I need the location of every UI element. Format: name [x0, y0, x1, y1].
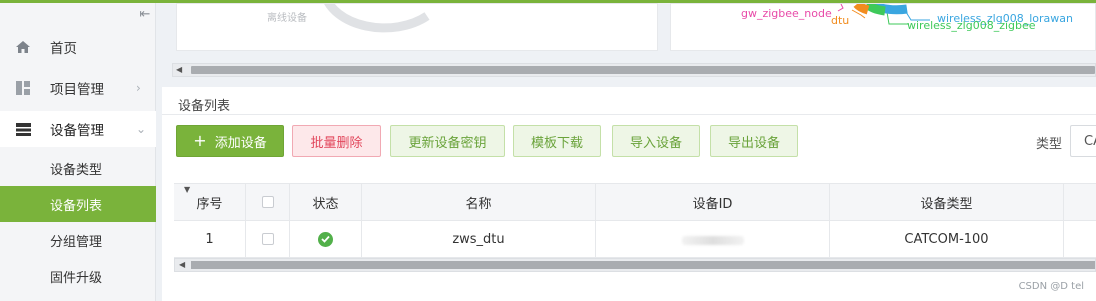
dashboard-icon — [13, 81, 33, 95]
header-label: 名称 — [465, 196, 492, 212]
charts-horizontal-scrollbar[interactable]: ◀ — [172, 63, 1096, 77]
header-device-type: 设备类型 — [830, 184, 1064, 220]
sidebar: ⇤ 首页 项目管理 › 设备管理 ⌄ 设备类型 设备列表 分组管理 固件升级 — [0, 3, 156, 301]
header-index: 序号 — [174, 184, 246, 220]
chart-label-zigbee: wireless_zlg008_zigbee — [907, 19, 1036, 32]
donut-chart-left — [324, 4, 430, 33]
type-filter-value: CA — [1084, 133, 1096, 149]
import-devices-button[interactable]: 导入设备 — [612, 125, 700, 157]
sidebar-item-home[interactable]: 首页 — [0, 29, 156, 65]
export-devices-label: 导出设备 — [727, 135, 780, 151]
add-device-button[interactable]: + 添加设备 — [176, 125, 284, 157]
scroll-left-arrow-icon[interactable]: ◀ — [176, 64, 182, 76]
scrollbar-thumb[interactable] — [191, 66, 1095, 74]
header-device-id: 设备ID — [596, 184, 830, 220]
plus-icon: + — [193, 131, 207, 150]
chevron-right-icon: › — [136, 81, 141, 95]
sidebar-item-label: 项目管理 — [50, 82, 104, 98]
table-row[interactable]: 1 zws_dtu CATCOM-100 — [174, 221, 1096, 258]
sidebar-subitem-label: 分组管理 — [50, 234, 103, 250]
sidebar-item-label: 设备管理 — [50, 123, 104, 139]
watermark: CSDN @D tel — [1018, 281, 1084, 292]
device-list-panel: 设备列表 + 添加设备 批量删除 更新设备密钥 模板下载 导入设备 导出设备 类… — [162, 87, 1096, 301]
header-label: 序号 — [196, 196, 223, 212]
table-header: ▼ 序号 状态 名称 设备ID 设备类型 — [174, 183, 1096, 221]
chart-label-dtu: dtu — [831, 14, 850, 27]
collapse-sidebar-icon[interactable]: ⇤ — [138, 8, 152, 22]
cell-text: CATCOM-100 — [904, 231, 989, 247]
cell-index: 1 — [174, 221, 246, 257]
template-download-button[interactable]: 模板下载 — [513, 125, 601, 157]
chart-label-offline: 离线设备 — [267, 13, 307, 24]
batch-delete-button[interactable]: 批量删除 — [292, 125, 381, 157]
panel-divider — [162, 114, 1096, 115]
cell-device-id — [596, 221, 830, 257]
type-filter-label: 类型 — [1036, 137, 1063, 152]
cell-device-type: CATCOM-100 — [830, 221, 1064, 257]
header-status: 状态 — [290, 184, 362, 220]
offline-devices-chart: 离线设备 — [176, 3, 658, 51]
cell-text: zws_dtu — [452, 231, 505, 247]
scroll-left-arrow-icon[interactable]: ◀ — [179, 259, 185, 271]
sidebar-subitem-label: 设备类型 — [50, 162, 103, 178]
cell-extra — [1064, 221, 1096, 257]
header-label: 状态 — [312, 196, 339, 212]
chevron-down-icon: ⌄ — [136, 122, 147, 136]
sidebar-item-label: 首页 — [50, 41, 77, 57]
scrollbar-thumb[interactable] — [191, 261, 1095, 269]
template-download-label: 模板下载 — [530, 135, 583, 151]
panel-title: 设备列表 — [178, 99, 231, 114]
header-extra — [1064, 184, 1096, 220]
sidebar-subitem-device-types[interactable]: 设备类型 — [0, 150, 156, 186]
import-devices-label: 导入设备 — [629, 135, 682, 151]
type-filter-select[interactable]: CA — [1070, 125, 1096, 157]
update-device-key-label: 更新设备密钥 — [408, 135, 487, 151]
cell-text: 1 — [205, 231, 214, 247]
sidebar-subitem-device-list[interactable]: 设备列表 — [0, 186, 156, 222]
header-select-all — [246, 184, 290, 220]
sidebar-subitem-label: 固件升级 — [50, 270, 103, 286]
batch-delete-label: 批量删除 — [310, 135, 363, 151]
sidebar-subitem-firmware-upgrade[interactable]: 固件升级 — [0, 258, 156, 294]
add-device-label: 添加设备 — [214, 135, 267, 151]
row-checkbox[interactable] — [261, 233, 274, 245]
main-content: 离线设备 gw_zigbee_node dtu wireless_zlg008_… — [162, 3, 1096, 301]
status-ok-icon — [318, 231, 333, 247]
home-icon — [13, 40, 33, 54]
select-all-checkbox[interactable] — [261, 196, 274, 208]
export-devices-button[interactable]: 导出设备 — [710, 125, 798, 157]
cell-name: zws_dtu — [362, 221, 596, 257]
header-name: 名称 — [362, 184, 596, 220]
sidebar-subitem-group-management[interactable]: 分组管理 — [0, 222, 156, 258]
sidebar-subitem-label: 设备列表 — [50, 198, 103, 214]
cell-select — [246, 221, 290, 257]
update-device-key-button[interactable]: 更新设备密钥 — [390, 125, 505, 157]
cell-status — [290, 221, 362, 257]
device-type-chart: gw_zigbee_node dtu wireless_zlg008_loraw… — [670, 3, 1096, 51]
sidebar-item-projects[interactable]: 项目管理 › — [0, 70, 156, 106]
device-icon — [13, 122, 33, 136]
table-horizontal-scrollbar[interactable]: ◀ — [174, 258, 1096, 272]
redacted-device-id — [681, 235, 744, 245]
header-label: 设备类型 — [920, 196, 973, 212]
sidebar-item-devices[interactable]: 设备管理 ⌄ — [0, 111, 156, 147]
chart-label-gw-zigbee-node: gw_zigbee_node — [741, 7, 832, 20]
header-label: 设备ID — [692, 196, 733, 212]
